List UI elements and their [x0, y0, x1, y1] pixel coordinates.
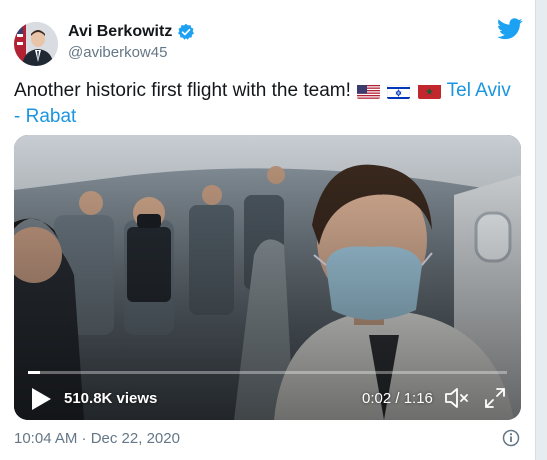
us-flag-icon: [357, 83, 381, 99]
video-frame-image: [14, 135, 521, 420]
tweet-body: Another historic first flight with the t…: [14, 80, 351, 101]
video-time: 0:02 / 1:16: [362, 390, 433, 407]
author-name[interactable]: Avi Berkowitz: [68, 23, 172, 41]
view-count: 510.8K views: [64, 390, 158, 407]
author-name-row[interactable]: Avi Berkowitz: [68, 23, 195, 41]
fullscreen-icon[interactable]: [484, 387, 506, 409]
morocco-flag-icon: [417, 83, 441, 99]
info-icon[interactable]: [502, 429, 520, 447]
route-text-end: - Rabat: [14, 106, 77, 127]
verified-badge-icon: [178, 23, 195, 40]
route-text-start: Tel Aviv: [446, 80, 511, 101]
tweet-card: Avi Berkowitz @aviberkow45 Another histo…: [0, 0, 536, 460]
tweet-text: Another historic first flight with the t…: [14, 78, 519, 130]
avatar[interactable]: [14, 22, 58, 66]
avatar-image: [14, 22, 58, 66]
video-player[interactable]: 510.8K views 0:02 / 1:16: [14, 135, 521, 420]
play-icon[interactable]: [30, 387, 52, 411]
author-handle[interactable]: @aviberkow45: [68, 44, 167, 61]
twitter-bird-icon[interactable]: [497, 18, 523, 40]
israel-flag-icon: [387, 83, 411, 99]
volume-muted-icon[interactable]: [444, 387, 470, 409]
video-progress-fill: [28, 371, 41, 374]
video-progress-bar[interactable]: [28, 371, 507, 374]
tweet-timestamp[interactable]: 10:04 AM · Dec 22, 2020: [14, 430, 180, 447]
